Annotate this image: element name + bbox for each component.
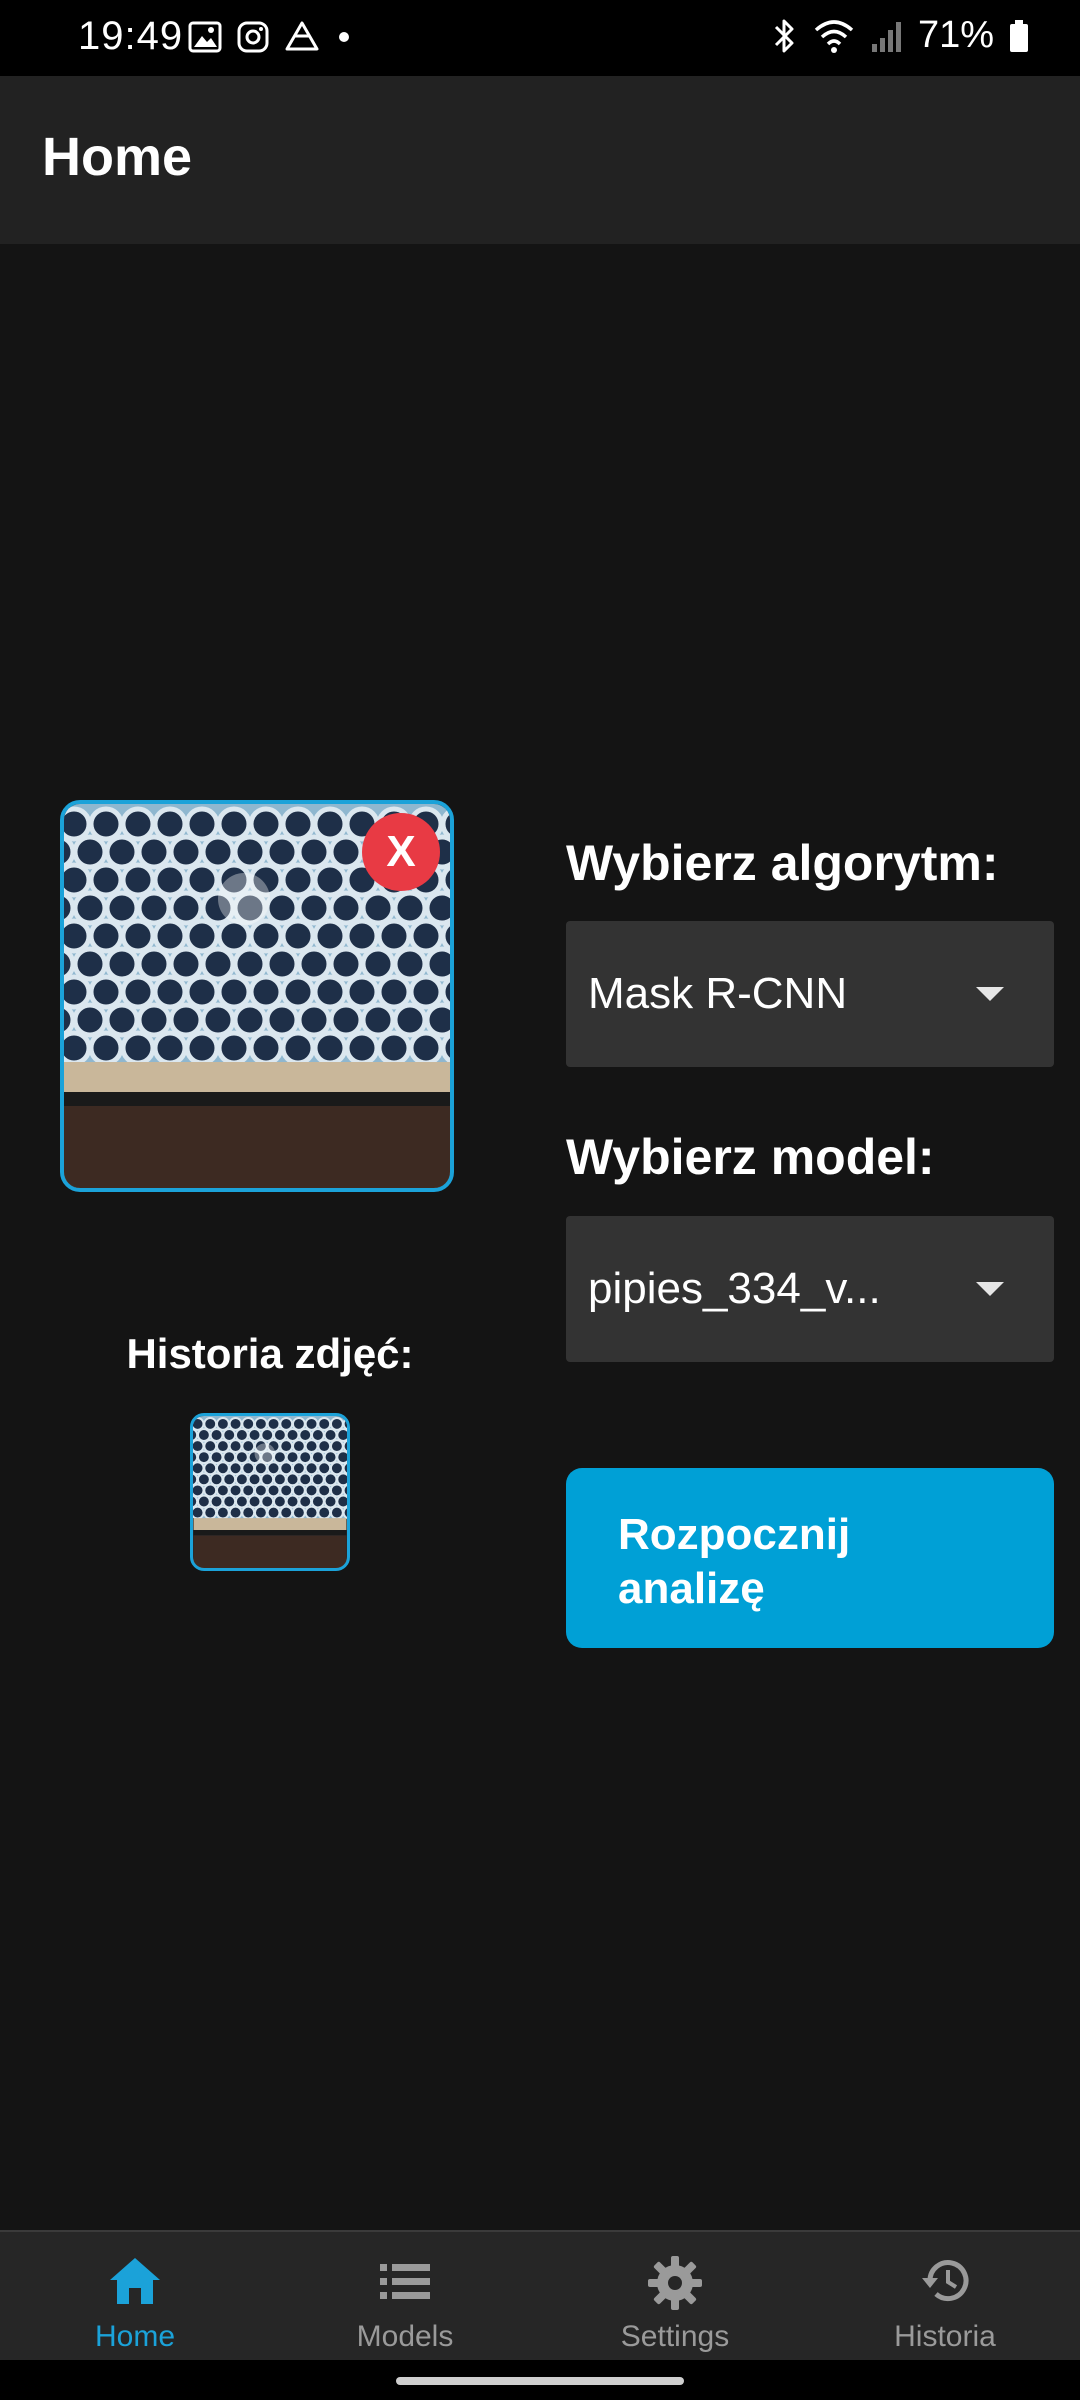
nav-label-home: Home: [94, 2320, 176, 2353]
drive-icon: [285, 21, 319, 51]
algorithm-label: Wybierz algorytm:: [566, 835, 999, 891]
algorithm-selected-value: Mask R-CNN: [588, 969, 848, 1018]
dropdown-arrow-icon: [976, 987, 1004, 1001]
signal-icon: [871, 21, 901, 52]
history-title: Historia zdjęć:: [126, 1330, 414, 1377]
start-analysis-label-line2: analizę: [618, 1563, 765, 1613]
gear-icon: [648, 2256, 702, 2310]
algorithm-dropdown[interactable]: Mask R-CNN: [566, 921, 1054, 1067]
instagram-icon: [237, 21, 269, 53]
home-gesture-bar[interactable]: [396, 2377, 684, 2385]
model-dropdown[interactable]: pipies_334_v...: [566, 1216, 1054, 1362]
status-time: 19:49: [78, 14, 184, 58]
history-icon: [922, 2260, 969, 2302]
nav-item-home[interactable]: Home: [0, 2232, 270, 2362]
nav-label-settings: Settings: [620, 2320, 730, 2353]
dropdown-arrow-icon: [976, 1282, 1004, 1296]
dot-icon: [339, 32, 349, 42]
start-analysis-label-line1: Rozpocznij: [618, 1510, 851, 1559]
wifi-icon: [814, 19, 854, 53]
remove-photo-button[interactable]: X: [362, 813, 440, 891]
page-title: Home: [42, 127, 193, 187]
model-selected-value: pipies_334_v...: [588, 1264, 881, 1313]
nav-item-historia[interactable]: Historia: [810, 2232, 1080, 2362]
status-notification-icons: [188, 20, 354, 54]
bottom-navigation: Home Models Settings Historia: [0, 2230, 1080, 2360]
battery-percent: 71%: [917, 14, 994, 56]
nav-label-models: Models: [356, 2320, 454, 2353]
history-thumbnail[interactable]: [190, 1413, 350, 1571]
home-icon: [110, 2258, 160, 2304]
bluetooth-icon: [774, 19, 794, 52]
status-system-icons: 71%: [770, 14, 1030, 57]
app-bar: Home: [0, 76, 1080, 244]
gallery-icon: [188, 21, 222, 53]
status-bar: 19:49 71%: [0, 0, 1080, 76]
battery-icon: [1010, 19, 1028, 52]
nav-item-models[interactable]: Models: [270, 2232, 540, 2362]
nav-label-historia: Historia: [894, 2320, 996, 2353]
model-label: Wybierz model:: [566, 1129, 935, 1185]
nav-item-settings[interactable]: Settings: [540, 2232, 810, 2362]
list-icon: [380, 2264, 430, 2299]
start-analysis-button[interactable]: Rozpocznij analizę: [566, 1468, 1054, 1648]
